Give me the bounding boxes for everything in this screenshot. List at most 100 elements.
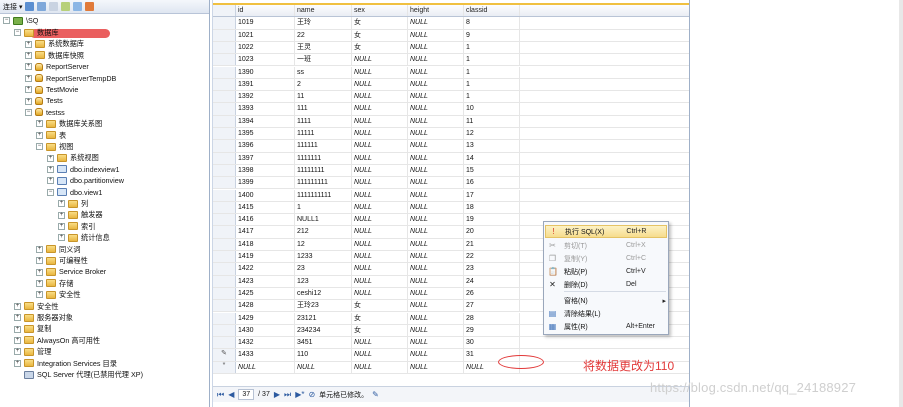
last-record-icon[interactable]: ⏭: [284, 390, 291, 400]
cell-id[interactable]: 1393: [236, 103, 295, 115]
tree-node[interactable]: + 安全性: [14, 301, 59, 312]
cell-classid[interactable]: 11: [464, 115, 520, 127]
expand-toggle[interactable]: +: [25, 74, 32, 82]
cell-sex[interactable]: NULL: [352, 128, 408, 140]
row-selector[interactable]: [213, 91, 236, 103]
cell-id[interactable]: 1422: [236, 263, 295, 275]
table-row[interactable]: 1415 1 NULL NULL 18: [213, 201, 689, 215]
cell-height[interactable]: NULL: [408, 361, 464, 373]
tree-node[interactable]: + 统计信息: [58, 232, 110, 243]
expand-toggle[interactable]: +: [25, 40, 32, 48]
filter-icon[interactable]: [61, 2, 71, 11]
connect-icon[interactable]: [25, 2, 35, 11]
cell-name[interactable]: NULL: [295, 361, 352, 373]
cell-classid[interactable]: 1: [464, 66, 520, 78]
cell-sex[interactable]: 女: [352, 324, 408, 337]
cell-name[interactable]: 110: [295, 349, 352, 361]
table-row[interactable]: 1394 1111 NULL NULL 11: [213, 115, 689, 128]
expand-toggle[interactable]: +: [47, 154, 54, 162]
connect-button[interactable]: 连接 ▾: [3, 2, 22, 12]
tree-node[interactable]: + TestMovie: [25, 84, 78, 95]
cell-name[interactable]: 11: [295, 91, 352, 103]
cell-name[interactable]: ceshi12: [295, 287, 352, 300]
row-selector[interactable]: [213, 29, 236, 41]
expand-toggle[interactable]: +: [58, 222, 65, 230]
expand-toggle[interactable]: +: [36, 120, 43, 128]
cell-id[interactable]: 1415: [236, 201, 295, 214]
cell-name[interactable]: NULL1: [295, 214, 352, 226]
row-selector[interactable]: [213, 324, 236, 337]
tree-node[interactable]: + 数据库快照: [25, 50, 84, 61]
row-selector[interactable]: [213, 312, 236, 324]
cell-id[interactable]: 1400: [236, 189, 295, 201]
tree-node[interactable]: − 视图: [36, 141, 73, 152]
tree-node[interactable]: + 同义词: [36, 244, 81, 255]
table-row[interactable]: 1390 ss NULL NULL 1: [213, 66, 689, 79]
row-selector[interactable]: [213, 103, 236, 115]
tree-node[interactable]: + 管理: [14, 346, 51, 357]
cell-id[interactable]: 1022: [236, 41, 295, 54]
row-selector[interactable]: [213, 201, 236, 214]
cell-sex[interactable]: NULL: [352, 214, 408, 226]
cell-id[interactable]: 1397: [236, 152, 295, 164]
expand-toggle[interactable]: +: [14, 314, 21, 322]
expand-toggle[interactable]: +: [36, 279, 43, 287]
row-selector[interactable]: [213, 275, 236, 287]
cell-classid[interactable]: 12: [464, 128, 520, 140]
cell-classid[interactable]: 14: [464, 152, 520, 164]
expand-toggle[interactable]: +: [14, 336, 21, 344]
tree-node[interactable]: + 数据库关系图: [36, 118, 102, 129]
table-row[interactable]: 1019 王玲女 NULL 8: [213, 17, 689, 30]
row-selector[interactable]: [213, 189, 236, 201]
cell-classid[interactable]: 18: [464, 201, 520, 214]
cell-name[interactable]: 1233: [295, 251, 352, 263]
cell-name[interactable]: 一班: [295, 54, 352, 66]
cell-id[interactable]: 1416: [236, 214, 295, 226]
cell-sex[interactable]: NULL: [352, 66, 408, 78]
column-header-classid[interactable]: classid: [464, 5, 520, 17]
cell-sex[interactable]: 女: [352, 300, 408, 312]
cell-name[interactable]: 王灵: [295, 41, 352, 54]
expand-toggle[interactable]: +: [58, 211, 65, 219]
cell-sex[interactable]: NULL: [352, 226, 408, 238]
tree-node[interactable]: − dbo.view1: [47, 187, 102, 198]
cell-classid[interactable]: 27: [464, 300, 520, 312]
cell-classid[interactable]: 8: [464, 17, 520, 29]
table-row[interactable]: 1022 王灵女 NULL 1: [213, 41, 689, 55]
cell-height[interactable]: NULL: [408, 349, 464, 361]
expand-toggle[interactable]: +: [25, 51, 32, 59]
cell-name[interactable]: 王玲23: [295, 300, 352, 312]
row-selector[interactable]: [213, 300, 236, 312]
cell-name[interactable]: 3451: [295, 337, 352, 349]
expand-toggle[interactable]: +: [14, 325, 21, 333]
tree-node[interactable]: + dbo.indexview1: [47, 164, 120, 175]
tree-node[interactable]: + ReportServerTempDB: [25, 73, 116, 84]
tree-node[interactable]: + 系统视图: [47, 152, 99, 163]
cell-id[interactable]: 1390: [236, 66, 295, 78]
current-record-field[interactable]: 37: [238, 389, 255, 400]
cell-sex[interactable]: NULL: [352, 263, 408, 275]
cell-name[interactable]: 234234: [295, 324, 352, 337]
expand-toggle[interactable]: +: [58, 200, 65, 208]
table-row[interactable]: 1023 一班 NULL NULL 1: [213, 54, 689, 67]
expand-toggle[interactable]: +: [47, 177, 54, 185]
row-selector[interactable]: [213, 17, 236, 29]
cell-sex[interactable]: NULL: [352, 164, 408, 177]
cell-height[interactable]: NULL: [408, 287, 464, 300]
cell-name[interactable]: 1: [295, 201, 352, 214]
cell-height[interactable]: NULL: [408, 263, 464, 275]
row-header-corner[interactable]: [213, 5, 236, 17]
row-selector[interactable]: *: [213, 361, 236, 373]
cell-height[interactable]: NULL: [408, 17, 464, 29]
collapse-toggle[interactable]: −: [36, 143, 43, 151]
table-row[interactable]: 1432 3451 NULL NULL 30: [213, 337, 689, 350]
cell-height[interactable]: NULL: [408, 238, 464, 250]
cell-name[interactable]: 11111: [295, 128, 352, 140]
cell-id[interactable]: 1019: [236, 17, 295, 29]
cell-id[interactable]: 1023: [236, 54, 295, 66]
cell-id[interactable]: 1391: [236, 78, 295, 91]
row-selector[interactable]: [213, 128, 236, 140]
table-row[interactable]: 1400 1111111111 NULL NULL 17: [213, 189, 689, 202]
cell-height[interactable]: NULL: [408, 275, 464, 287]
cell-sex[interactable]: NULL: [352, 349, 408, 361]
